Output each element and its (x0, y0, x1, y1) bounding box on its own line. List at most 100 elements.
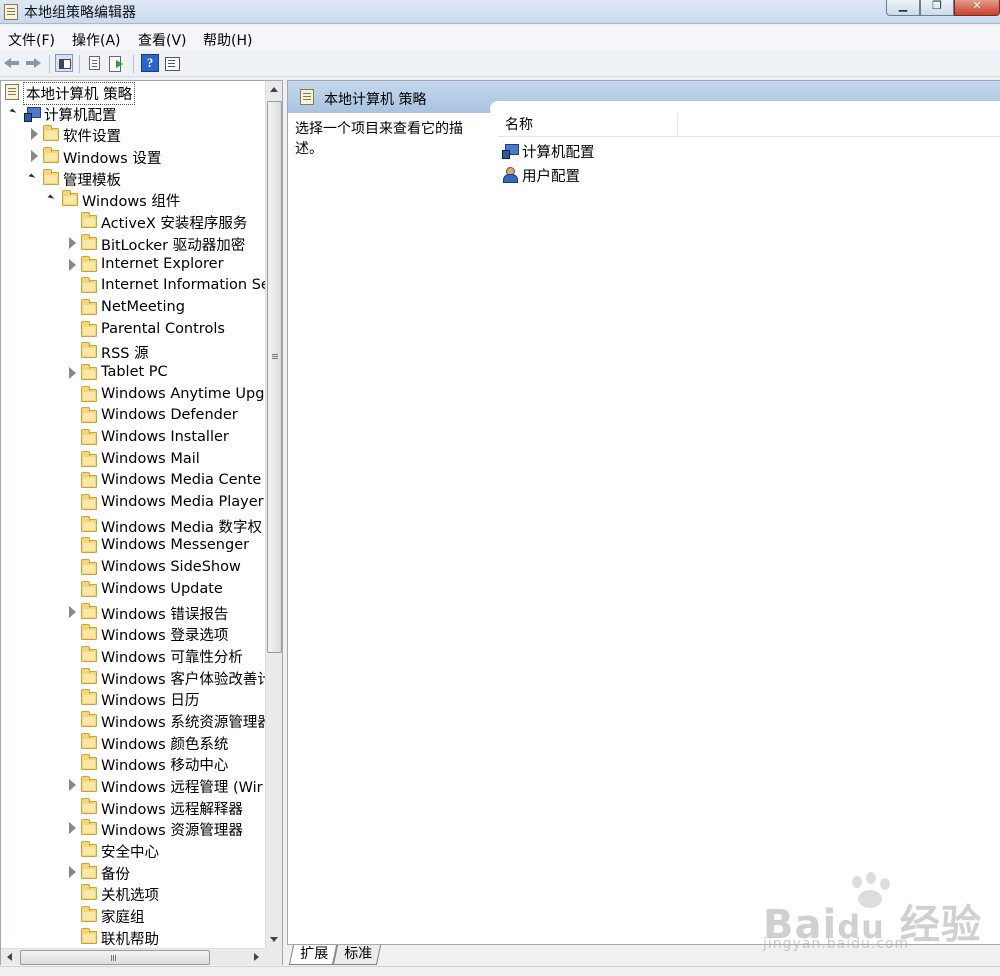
collapsed-arrow-icon[interactable] (69, 236, 76, 249)
list-item-user-config[interactable]: 用户配置 (502, 164, 682, 186)
forward-arrow-icon[interactable] (25, 54, 43, 72)
tree-item-component[interactable]: RSS 源 (1, 341, 265, 363)
tree-item-windows-settings[interactable]: Windows 设置 (1, 146, 265, 168)
tree-item-component[interactable]: Windows 颜色系统 (1, 732, 265, 754)
menu-help[interactable]: 帮助(H) (203, 30, 252, 50)
scroll-thumb[interactable] (267, 101, 282, 653)
tree-item-label: 安全中心 (101, 845, 159, 862)
properties-list-button[interactable] (86, 54, 104, 72)
tree-item-windows-components[interactable]: Windows 组件 (1, 189, 265, 211)
tree-item-component[interactable]: Windows Messenger (1, 536, 265, 558)
folder-icon (81, 927, 97, 944)
tree-item-component[interactable]: Windows 资源管理器 (1, 818, 265, 840)
folder-icon (81, 255, 97, 272)
folder-icon (81, 233, 97, 250)
tree-item-component[interactable]: Windows 系统资源管理器 (1, 710, 265, 732)
tree-item-component[interactable]: Windows Installer (1, 428, 265, 450)
tree-item-component[interactable]: 备份 (1, 862, 265, 884)
folder-icon (81, 667, 97, 684)
tab-standard[interactable]: 标准 (332, 945, 382, 965)
expanded-arrow-icon[interactable] (9, 108, 17, 116)
console-tree: 本地计算机 策略 计算机配置 软件设置 Windows 设置 管理模板 Wind… (1, 81, 265, 948)
list-item-computer-config[interactable]: 计算机配置 (502, 140, 682, 162)
tree-item-component[interactable]: Windows Mail (1, 450, 265, 472)
tree-item-component[interactable]: Windows 日历 (1, 688, 265, 710)
tree-item-component[interactable]: 联机帮助 (1, 927, 265, 948)
show-hide-tree-button[interactable] (55, 54, 73, 72)
tree-item-component[interactable]: Windows Update (1, 580, 265, 602)
collapsed-arrow-icon[interactable] (31, 128, 38, 141)
help-icon[interactable]: ? (141, 54, 159, 72)
collapsed-arrow-icon[interactable] (69, 865, 76, 878)
tree-item-label: Windows Installer (101, 429, 229, 445)
tree-item-component[interactable]: Parental Controls (1, 320, 265, 342)
scroll-left-icon[interactable] (1, 949, 18, 966)
tree-item-label: Windows 资源管理器 (101, 823, 243, 840)
scroll-thumb-horizontal[interactable] (20, 950, 210, 965)
tree-item-component[interactable]: Internet Explorer (1, 255, 265, 277)
scroll-up-icon[interactable] (266, 81, 283, 98)
column-header-name[interactable]: 名称 (498, 113, 678, 137)
menu-file[interactable]: 文件(F) (8, 30, 55, 50)
tree-item-component[interactable]: NetMeeting (1, 298, 265, 320)
tree-item-component[interactable]: Windows 登录选项 (1, 623, 265, 645)
tree-item-component[interactable]: Windows Defender (1, 406, 265, 428)
tree-item-component[interactable]: ActiveX 安装程序服务 (1, 211, 265, 233)
expanded-arrow-icon[interactable] (28, 173, 36, 181)
collapsed-arrow-icon[interactable] (69, 258, 76, 271)
menu-view[interactable]: 查看(V) (138, 30, 187, 50)
folder-icon (81, 819, 97, 836)
tree-item-component[interactable]: BitLocker 驱动器加密 (1, 233, 265, 255)
tree-item-component[interactable]: 安全中心 (1, 840, 265, 862)
folder-icon (81, 342, 97, 359)
tree-item-label: Windows Media Cente (101, 472, 262, 489)
maximize-button[interactable]: ❐ (920, 0, 954, 16)
folder-icon (81, 537, 97, 554)
folder-icon (81, 277, 97, 294)
tree-item-component[interactable]: Windows SideShow (1, 558, 265, 580)
menu-action[interactable]: 操作(A) (72, 30, 121, 50)
properties-icon[interactable] (163, 54, 181, 72)
tree-item-label: Windows 远程解释器 (101, 801, 243, 818)
tree-item-component[interactable]: 关机选项 (1, 883, 265, 905)
tree-item-root[interactable]: 本地计算机 策略 (1, 81, 265, 105)
tree-item-software-settings[interactable]: 软件设置 (1, 124, 265, 146)
tree-item-label: RSS 源 (101, 346, 149, 363)
export-list-icon[interactable] (108, 54, 126, 72)
folder-icon (81, 645, 97, 662)
collapsed-arrow-icon[interactable] (69, 366, 76, 379)
tree-item-label: 关机选项 (101, 888, 159, 905)
back-arrow-icon[interactable] (4, 54, 22, 72)
collapsed-arrow-icon[interactable] (69, 779, 76, 791)
tree-item-component[interactable]: Windows 远程解释器 (1, 797, 265, 819)
collapsed-arrow-icon[interactable] (69, 605, 76, 618)
close-button[interactable]: ✕ (954, 0, 1000, 16)
tree-item-component[interactable]: Windows 远程管理 (Wir (1, 775, 265, 797)
tab-extended[interactable]: 扩展 (288, 945, 338, 965)
tree-item-component[interactable]: Windows 可靠性分析 (1, 645, 265, 667)
folder-icon (81, 862, 97, 879)
tree-item-component[interactable]: Windows Anytime Upg (1, 385, 265, 407)
window-controls: ▁ ❐ ✕ (886, 0, 1000, 16)
tree-item-component[interactable]: Windows Media Player (1, 493, 265, 515)
tree-item-component[interactable]: Internet Information Se (1, 276, 265, 298)
minimize-button[interactable]: ▁ (886, 0, 920, 16)
tree-item-component[interactable]: Windows Media Cente (1, 471, 265, 493)
scroll-down-icon[interactable] (266, 931, 283, 948)
tree-item-component[interactable]: 家庭组 (1, 905, 265, 927)
tree-horizontal-scrollbar[interactable] (1, 948, 265, 965)
tree-item-admin-templates[interactable]: 管理模板 (1, 168, 265, 190)
tree-item-component[interactable]: Tablet PC (1, 363, 265, 385)
folder-icon (81, 298, 97, 315)
expanded-arrow-icon[interactable] (47, 194, 55, 202)
scroll-right-icon[interactable] (248, 949, 265, 966)
folder-icon (62, 190, 78, 207)
tree-item-component[interactable]: Windows 移动中心 (1, 753, 265, 775)
tree-item-component[interactable]: Windows Media 数字权 (1, 515, 265, 537)
collapsed-arrow-icon[interactable] (31, 150, 38, 163)
tree-item-component[interactable]: Windows 错误报告 (1, 602, 265, 624)
tree-vertical-scrollbar[interactable] (265, 81, 282, 948)
collapsed-arrow-icon[interactable] (69, 822, 76, 835)
tree-item-computer-config[interactable]: 计算机配置 (1, 103, 265, 125)
tree-item-component[interactable]: Windows 客户体验改善计 (1, 667, 265, 689)
